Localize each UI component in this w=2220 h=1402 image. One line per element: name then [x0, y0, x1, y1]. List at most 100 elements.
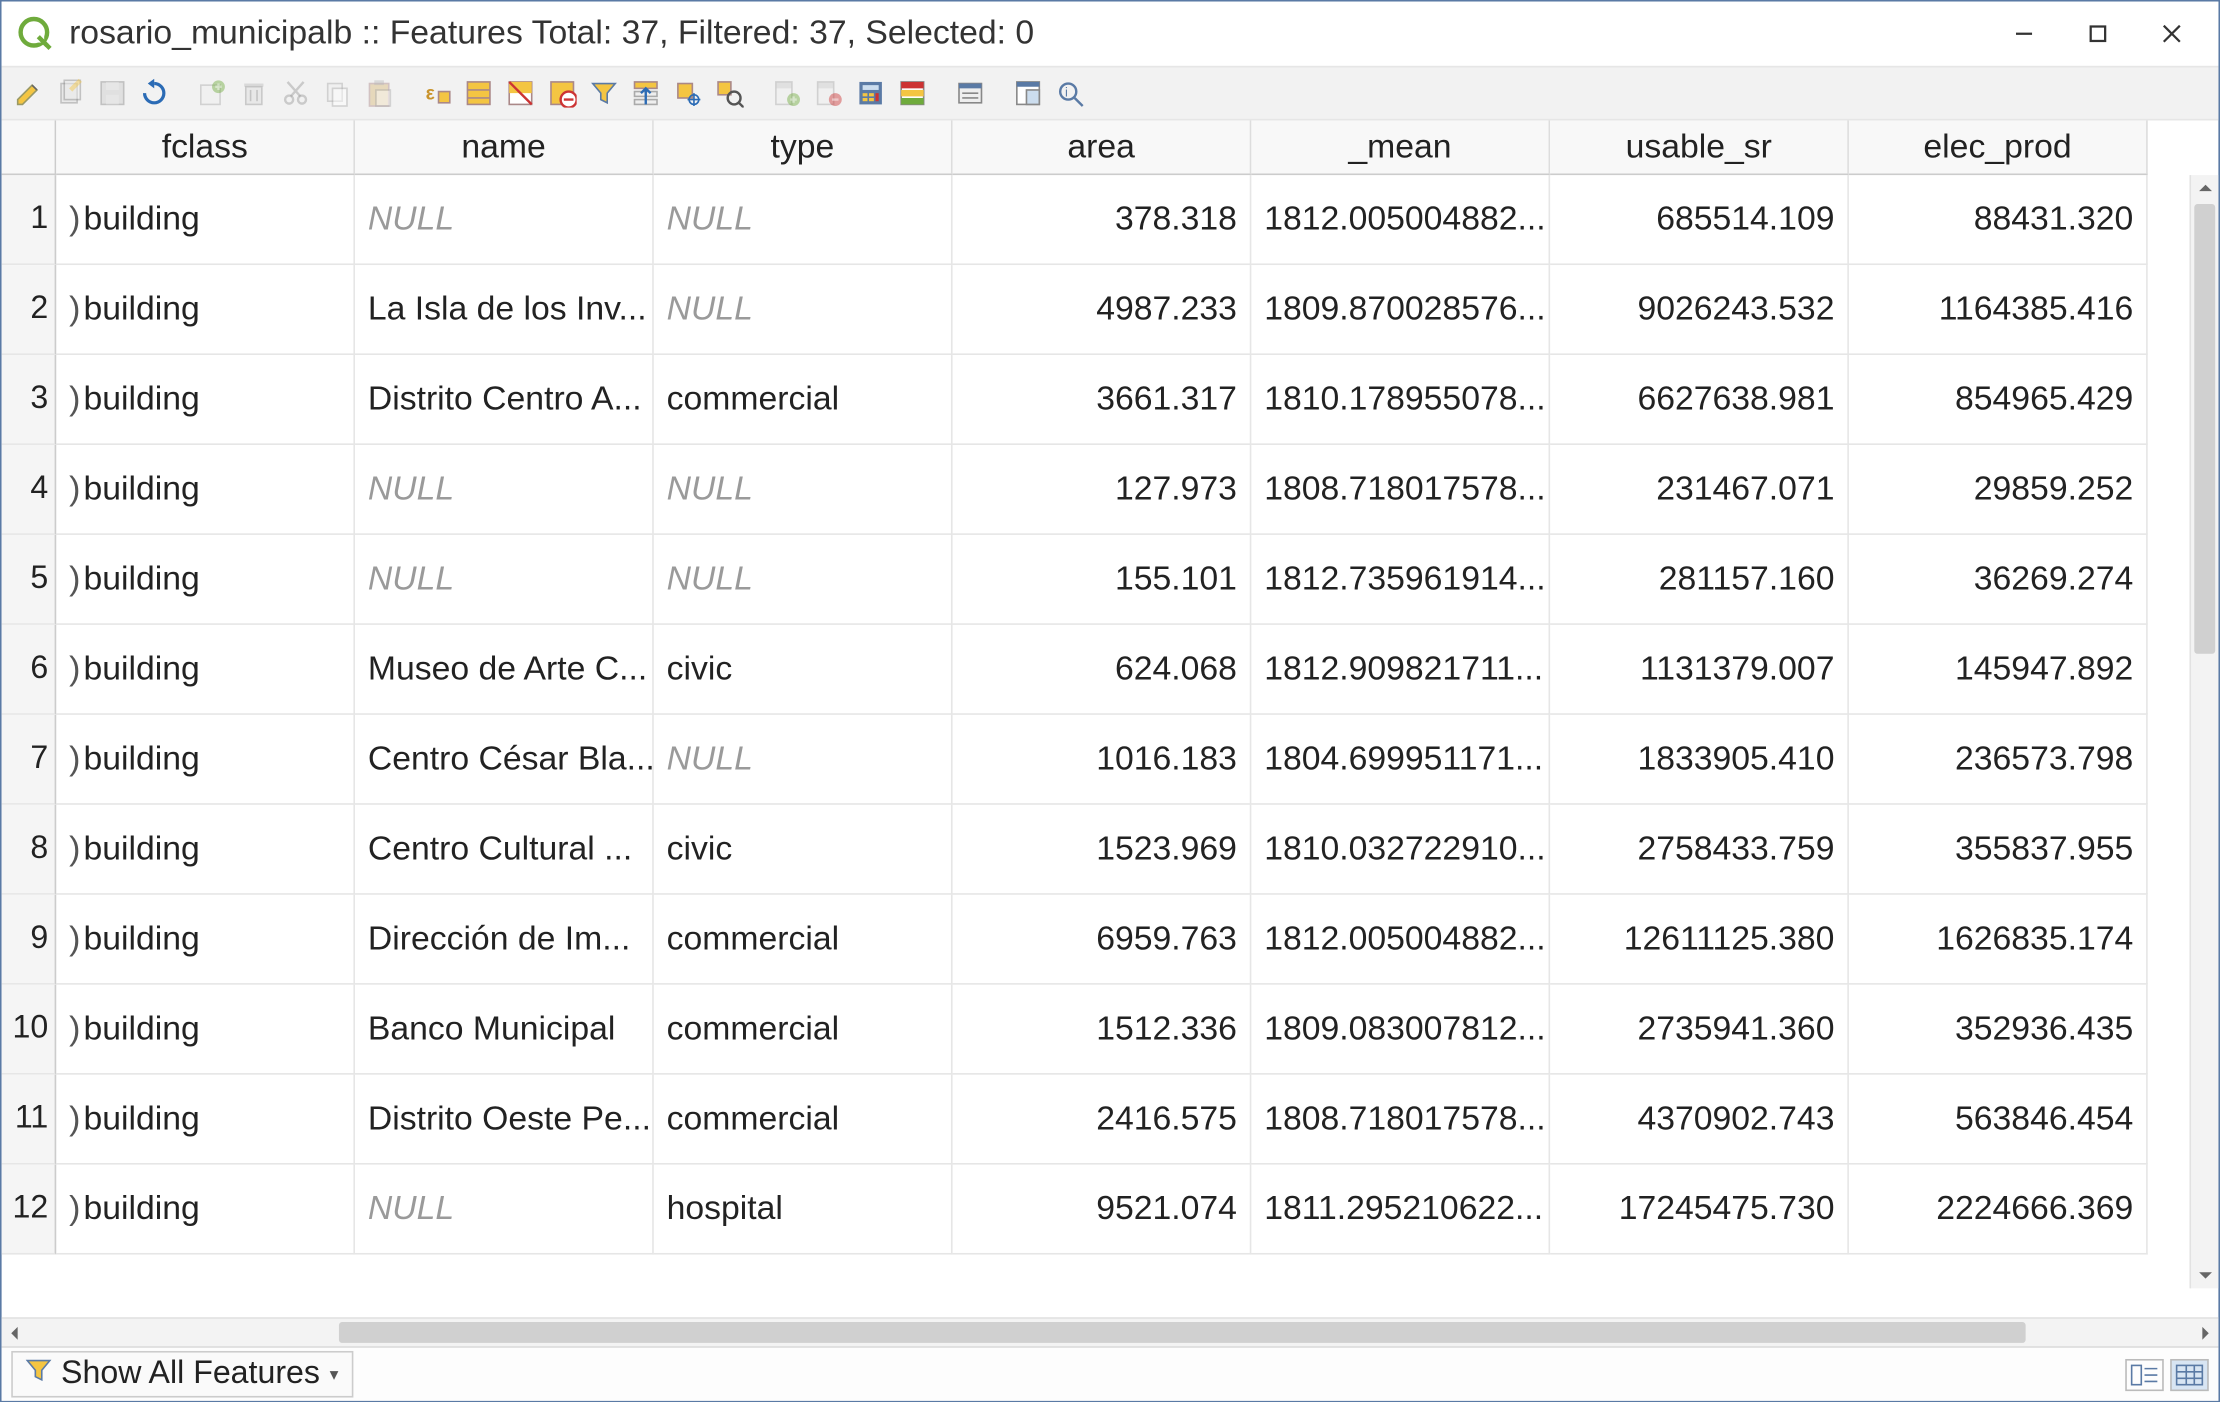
cell[interactable]: ) building	[56, 985, 355, 1075]
filter-icon[interactable]	[586, 75, 621, 110]
cell[interactable]: 1808.718017578...	[1251, 1075, 1550, 1165]
cell[interactable]: 563846.454	[1849, 1075, 2148, 1165]
cell[interactable]: NULL	[355, 1165, 654, 1255]
actions-icon[interactable]	[953, 75, 988, 110]
cell[interactable]: 352936.435	[1849, 985, 2148, 1075]
cell[interactable]: 2735941.360	[1550, 985, 1849, 1075]
cell[interactable]: Centro Cultural ...	[355, 805, 654, 895]
cell[interactable]: 1812.909821711...	[1251, 625, 1550, 715]
cell[interactable]: 17245475.730	[1550, 1165, 1849, 1255]
row-header[interactable]: 1	[2, 175, 57, 265]
add-feature-icon[interactable]	[194, 75, 229, 110]
scroll-thumb[interactable]	[2194, 204, 2215, 654]
delete-field-icon[interactable]	[811, 75, 846, 110]
cell[interactable]: 155.101	[953, 535, 1252, 625]
cut-icon[interactable]	[278, 75, 313, 110]
select-all-icon[interactable]	[461, 75, 496, 110]
expression-select-icon[interactable]: ε	[419, 75, 454, 110]
cell[interactable]: ) building	[56, 625, 355, 715]
cell[interactable]: 1804.699951171...	[1251, 715, 1550, 805]
multi-edit-icon[interactable]	[53, 75, 88, 110]
minimize-button[interactable]	[1987, 10, 2061, 58]
cell[interactable]: commercial	[654, 1075, 953, 1165]
cell[interactable]: ) building	[56, 715, 355, 805]
cell[interactable]: 624.068	[953, 625, 1252, 715]
cell[interactable]: 29859.252	[1849, 445, 2148, 535]
cell[interactable]: 1810.178955078...	[1251, 355, 1550, 445]
dock-icon[interactable]	[1010, 75, 1045, 110]
row-header[interactable]: 11	[2, 1075, 57, 1165]
row-header[interactable]: 9	[2, 895, 57, 985]
column-header[interactable]: area	[953, 120, 1252, 175]
cell[interactable]: commercial	[654, 985, 953, 1075]
column-header[interactable]: _mean	[1251, 120, 1550, 175]
scroll-left-icon[interactable]	[2, 1319, 28, 1348]
deselect-icon[interactable]	[545, 75, 580, 110]
close-button[interactable]	[2135, 10, 2209, 58]
save-icon[interactable]	[95, 75, 130, 110]
form-view-button[interactable]	[2125, 1358, 2164, 1390]
show-all-features-button[interactable]: Show All Features ▾	[11, 1351, 353, 1398]
scroll-down-icon[interactable]	[2191, 1263, 2218, 1289]
cell[interactable]: NULL	[654, 445, 953, 535]
column-header[interactable]: usable_sr	[1550, 120, 1849, 175]
row-header[interactable]: 12	[2, 1165, 57, 1255]
cell[interactable]: 9026243.532	[1550, 265, 1849, 355]
cell[interactable]: 3661.317	[953, 355, 1252, 445]
cell[interactable]: 1809.083007812...	[1251, 985, 1550, 1075]
cell[interactable]: Distrito Centro A...	[355, 355, 654, 445]
cell[interactable]: 1626835.174	[1849, 895, 2148, 985]
cell[interactable]: Centro César Bla...	[355, 715, 654, 805]
hscroll-thumb[interactable]	[339, 1322, 2026, 1343]
cell[interactable]: 685514.109	[1550, 175, 1849, 265]
row-header[interactable]: 2	[2, 265, 57, 355]
row-header[interactable]: 7	[2, 715, 57, 805]
cell[interactable]: 1809.870028576...	[1251, 265, 1550, 355]
row-header[interactable]: 8	[2, 805, 57, 895]
copy-icon[interactable]	[320, 75, 355, 110]
cell[interactable]: 9521.074	[953, 1165, 1252, 1255]
column-header[interactable]: fclass	[56, 120, 355, 175]
vertical-scrollbar[interactable]	[2189, 175, 2218, 1288]
cell[interactable]: 1808.718017578...	[1251, 445, 1550, 535]
cell[interactable]: 2224666.369	[1849, 1165, 2148, 1255]
cell[interactable]: 854965.429	[1849, 355, 2148, 445]
cell[interactable]: 1812.735961914...	[1251, 535, 1550, 625]
cell[interactable]: 1164385.416	[1849, 265, 2148, 355]
corner-header[interactable]	[2, 120, 57, 175]
cell[interactable]: 1833905.410	[1550, 715, 1849, 805]
row-header[interactable]: 4	[2, 445, 57, 535]
cell[interactable]: 236573.798	[1849, 715, 2148, 805]
cell[interactable]: ) building	[56, 265, 355, 355]
invert-selection-icon[interactable]	[503, 75, 538, 110]
cell[interactable]: 1810.032722910...	[1251, 805, 1550, 895]
cell[interactable]: 2758433.759	[1550, 805, 1849, 895]
cell[interactable]: ) building	[56, 175, 355, 265]
cell[interactable]: 1812.005004882...	[1251, 895, 1550, 985]
cell[interactable]: 281157.160	[1550, 535, 1849, 625]
column-header[interactable]: elec_prod	[1849, 120, 2148, 175]
cell[interactable]: Museo de Arte C...	[355, 625, 654, 715]
cell[interactable]: 145947.892	[1849, 625, 2148, 715]
column-header[interactable]: type	[654, 120, 953, 175]
cell[interactable]: 4370902.743	[1550, 1075, 1849, 1165]
cell[interactable]: NULL	[654, 175, 953, 265]
maximize-button[interactable]	[2061, 10, 2135, 58]
row-header[interactable]: 3	[2, 355, 57, 445]
cell[interactable]: Dirección de Im...	[355, 895, 654, 985]
cell[interactable]: ) building	[56, 535, 355, 625]
cell[interactable]: ) building	[56, 1165, 355, 1255]
cell[interactable]: commercial	[654, 355, 953, 445]
cell[interactable]: ) building	[56, 445, 355, 535]
cell[interactable]: ) building	[56, 805, 355, 895]
cell[interactable]: ) building	[56, 895, 355, 985]
identify-icon[interactable]: i	[1052, 75, 1087, 110]
cell[interactable]: 378.318	[953, 175, 1252, 265]
cell[interactable]: 4987.233	[953, 265, 1252, 355]
reload-icon[interactable]	[137, 75, 172, 110]
zoom-to-icon[interactable]	[712, 75, 747, 110]
cell[interactable]: Banco Municipal	[355, 985, 654, 1075]
conditional-format-icon[interactable]	[895, 75, 930, 110]
cell[interactable]: Distrito Oeste Pe...	[355, 1075, 654, 1165]
scroll-right-icon[interactable]	[2193, 1319, 2219, 1348]
